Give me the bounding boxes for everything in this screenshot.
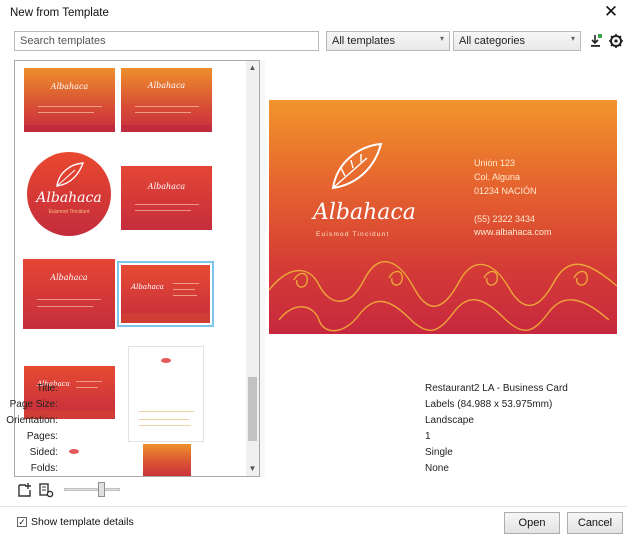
categories-filter-value: All categories — [459, 35, 526, 47]
template-thumbnail[interactable] — [143, 444, 191, 476]
categories-filter-dropdown[interactable]: All categories ▾ — [453, 31, 581, 51]
footer-divider — [0, 506, 627, 507]
leaf-icon — [56, 162, 85, 187]
title-bar: New from Template ✕ — [0, 0, 627, 26]
detail-label: Title: — [36, 383, 58, 394]
gear-icon — [609, 34, 623, 48]
cancel-button[interactable]: Cancel — [567, 512, 623, 534]
scroll-up-icon[interactable]: ▲ — [246, 61, 259, 75]
template-thumbnail[interactable] — [128, 346, 204, 442]
detail-label: Folds: — [30, 463, 58, 474]
import-template-button[interactable] — [587, 31, 605, 51]
window-title: New from Template — [10, 7, 109, 19]
detail-label: Orientation: — [6, 415, 58, 426]
preview-address-line: Unión 123 — [474, 158, 516, 168]
detail-label: Pages: — [26, 431, 58, 442]
detail-value: None — [425, 463, 449, 474]
scroll-down-icon[interactable]: ▼ — [246, 462, 259, 476]
chevron-down-icon: ▾ — [439, 34, 444, 43]
thumbnail-tagline: Euismod Tincidunt — [48, 209, 90, 215]
leaf-icon — [331, 142, 383, 190]
thumbnail-brand: Albahaca — [36, 190, 102, 206]
close-button[interactable]: ✕ — [601, 2, 621, 22]
scrollbar-thumb[interactable] — [248, 377, 257, 441]
thumbnail-brand: Albahaca — [147, 182, 186, 191]
new-document-icon — [18, 483, 31, 497]
detail-value: 1 — [425, 431, 431, 442]
preview-address-line: 01234 NACIÓN — [474, 186, 537, 196]
thumbnail-brand: Albahaca — [50, 82, 89, 91]
open-button[interactable]: Open — [504, 512, 560, 534]
preview-phone: (55) 2322 3434 — [474, 214, 536, 224]
thumbnail-size-slider-handle[interactable] — [98, 482, 105, 497]
preview-brand: Albahaca — [313, 200, 416, 225]
detail-label: Sided: — [29, 447, 58, 458]
document-gear-icon — [39, 483, 54, 498]
template-thumbnail[interactable]: Albahaca — [121, 68, 212, 132]
template-thumbnail[interactable]: Albahaca — [121, 166, 212, 230]
show-details-label: Show template details — [31, 516, 134, 528]
detail-value: Labels (84.988 x 53.975mm) — [425, 399, 553, 410]
template-thumbnail[interactable]: Albahaca — [23, 259, 115, 329]
chevron-down-icon: ▾ — [570, 34, 575, 43]
template-thumbnail-round[interactable]: Albahaca Euismod Tincidunt — [27, 152, 111, 236]
detail-value: Restaurant2 LA - Business Card — [425, 383, 568, 394]
library-settings-button[interactable] — [38, 481, 54, 499]
ornament-pattern — [269, 261, 617, 332]
detail-value: Single — [425, 447, 453, 458]
search-input[interactable] — [14, 31, 319, 51]
thumbnail-brand: Albahaca — [50, 273, 88, 282]
template-preview-card: Albahaca Euismod Tincidunt Unión 123 Col… — [269, 100, 617, 334]
templates-filter-dropdown[interactable]: All templates ▾ — [326, 31, 450, 51]
thumbnail-scrollbar[interactable]: ▲ ▼ — [246, 60, 260, 477]
templates-filter-value: All templates — [332, 35, 395, 47]
options-button[interactable] — [607, 31, 625, 51]
thumbnail-size-slider[interactable] — [64, 488, 120, 491]
thumbnail-brand: Albahaca — [147, 81, 186, 90]
preview-address-line: Col. Alguna — [474, 172, 521, 182]
download-icon — [591, 34, 602, 47]
checkmark-icon[interactable]: ✓ — [17, 517, 27, 527]
new-template-button[interactable] — [17, 481, 33, 499]
template-thumbnail[interactable]: Albahaca — [24, 68, 115, 132]
detail-value: Landscape — [425, 415, 474, 426]
preview-tagline: Euismod Tincidunt — [316, 231, 390, 238]
preview-website: www.albahaca.com — [474, 227, 552, 237]
detail-label: Page Size: — [9, 399, 58, 410]
template-thumbnail-selected[interactable]: Albahaca — [117, 261, 214, 327]
close-icon: ✕ — [603, 2, 619, 21]
